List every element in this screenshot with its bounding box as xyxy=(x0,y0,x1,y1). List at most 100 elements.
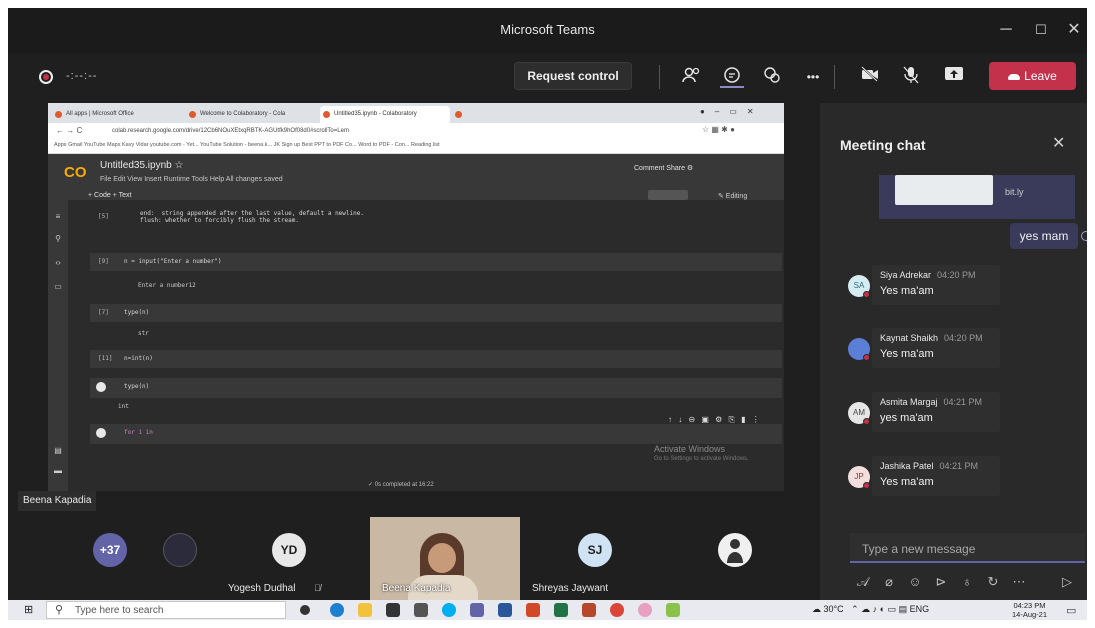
chat-icon[interactable] xyxy=(720,66,744,88)
cell-output: str xyxy=(138,330,149,337)
gif-icon[interactable]: ⊳ xyxy=(932,573,950,591)
code-snippets-icon[interactable]: ‹› xyxy=(53,258,63,268)
cortana-icon[interactable] xyxy=(300,605,310,615)
terminal-icon[interactable]: ▤ xyxy=(53,446,63,456)
chat-title: Meeting chat xyxy=(840,137,926,153)
send-icon[interactable]: ▷ xyxy=(1058,573,1076,591)
message-bubble: Kaynat Shaikh 04:20 PM Yes ma'am xyxy=(872,328,1000,368)
browser-tab[interactable]: Welcome to Colaboratory - Cola xyxy=(186,106,316,123)
skype-icon[interactable] xyxy=(442,603,456,617)
teams-window: Microsoft Teams ─ ☐ ✕ -:--:-- Request co… xyxy=(8,8,1087,620)
code-cell-active[interactable]: for i in xyxy=(90,424,782,444)
image-thumbnail[interactable] xyxy=(895,175,993,205)
cell-source: type(n) xyxy=(124,383,150,390)
loop-icon[interactable]: ↻ xyxy=(984,573,1002,591)
presenter-video-tile[interactable]: Beena Kapadia xyxy=(370,517,520,600)
command-icon[interactable]: ▬ xyxy=(53,466,63,476)
store-icon[interactable] xyxy=(386,603,400,617)
leave-button[interactable]: Leave xyxy=(989,62,1076,90)
minimize-button[interactable]: ─ xyxy=(993,18,1019,42)
chrome-icon[interactable] xyxy=(610,603,624,617)
colab-sidebar: ≡ ⚲ ‹› ▭ ▤ ▬ xyxy=(48,200,68,491)
participant-strip: +37 YD Yogesh Dudhal 🎙̸ Beena Kapadia SJ… xyxy=(8,513,820,600)
participant-tile[interactable] xyxy=(696,513,776,600)
cell-source[interactable]: for i in xyxy=(124,429,153,436)
mail-icon[interactable] xyxy=(414,603,428,617)
code-cell[interactable]: type(n) xyxy=(90,378,782,398)
message-input[interactable] xyxy=(862,541,1072,557)
share-screen-icon[interactable] xyxy=(942,66,966,88)
participant-tile[interactable]: YD Yogesh Dudhal 🎙̸ xyxy=(224,513,354,600)
notebook-menu[interactable]: File Edit View Insert Runtime Tools Help… xyxy=(100,176,283,183)
participants-icon[interactable] xyxy=(680,66,704,88)
code-cell[interactable]: [11] n=int(n) xyxy=(90,350,782,368)
meeting-chat-panel: Meeting chat ✕ bit.ly yes mam SA Siya Ad… xyxy=(820,103,1087,620)
overflow-count[interactable]: +37 xyxy=(93,533,127,567)
toolbar-divider xyxy=(834,65,835,89)
clock-date: 14-Aug-21 xyxy=(1012,610,1048,619)
url-field[interactable]: colab.research.google.com/drive/12Cb6NOu… xyxy=(112,126,682,137)
taskbar-search[interactable]: ⚲ Type here to search xyxy=(46,601,286,619)
access-icon[interactable] xyxy=(582,603,596,617)
bookmarks-list[interactable]: Apps Gmail YouTube Maps Kavy Vidar youtu… xyxy=(54,142,440,148)
browser-extension-icons[interactable]: ☆ ▦ ✱ ● xyxy=(702,125,735,134)
editing-toggle[interactable]: ✎ Editing xyxy=(718,192,747,200)
participant-tile[interactable] xyxy=(158,513,218,600)
camera-off-icon[interactable] xyxy=(858,66,882,88)
notebook-name[interactable]: Untitled35.ipynb ☆ xyxy=(100,160,183,171)
add-cell-bar[interactable]: + Code + Text xyxy=(88,192,131,199)
link-preview-label: bit.ly xyxy=(1005,187,1024,197)
message-bubble: Asmita Margaj 04:21 PM yes ma'am xyxy=(872,392,1000,432)
message-time: 04:21 PM xyxy=(943,397,983,407)
close-button[interactable]: ✕ xyxy=(1061,18,1087,42)
taskbar-clock[interactable]: 04:23 PM 14-Aug-21 xyxy=(1012,601,1047,619)
edge-icon[interactable] xyxy=(330,603,344,617)
participant-tile[interactable]: SJ Shreyas Jaywant xyxy=(528,513,658,600)
teams-icon[interactable] xyxy=(470,603,484,617)
code-cell[interactable]: [9] n = input("Enter a number") xyxy=(90,253,782,271)
image-message[interactable]: bit.ly xyxy=(879,175,1075,219)
bookmarks-bar: Apps Gmail YouTube Maps Kavy Vidar youtu… xyxy=(48,140,784,154)
request-control-button[interactable]: Request control xyxy=(514,62,632,90)
windows-start-icon[interactable]: ⊞ xyxy=(24,604,36,616)
search-icon[interactable]: ⚲ xyxy=(53,234,63,244)
notebook-actions[interactable]: Comment Share ⚙ xyxy=(634,164,693,172)
excel-icon[interactable] xyxy=(554,603,568,617)
browser-window-controls[interactable]: ●–▭✕ xyxy=(700,107,764,116)
browser-nav-icons[interactable]: ← → C xyxy=(56,126,82,135)
powerpoint-icon[interactable] xyxy=(526,603,540,617)
file-explorer-icon[interactable] xyxy=(358,603,372,617)
files-icon[interactable]: ▭ xyxy=(53,282,63,292)
notification-icon[interactable]: ▭ xyxy=(1066,604,1076,617)
mic-off-icon[interactable] xyxy=(899,66,923,88)
attach-icon[interactable]: ⌀ xyxy=(880,573,898,591)
browser-tab-active[interactable]: Untitled35.ipynb - Colaboratory xyxy=(320,106,450,123)
reactions-icon[interactable] xyxy=(760,66,784,88)
more-icon[interactable]: ⋯ xyxy=(1010,573,1028,591)
run-cell-button[interactable] xyxy=(96,428,106,438)
code-cell[interactable]: [5] end: string appended after the last … xyxy=(90,208,782,230)
compose-box xyxy=(850,533,1085,563)
sender-line: Asmita Margaj 04:21 PM xyxy=(880,397,982,407)
run-cell-button[interactable] xyxy=(96,382,106,392)
message-time: 04:20 PM xyxy=(937,270,976,280)
more-options-icon[interactable]: ••• xyxy=(801,66,825,88)
sticker-icon[interactable]: ♁ xyxy=(958,573,976,591)
app-icon[interactable] xyxy=(666,603,680,617)
format-icon[interactable]: 𝒜 xyxy=(854,573,872,591)
word-icon[interactable] xyxy=(498,603,512,617)
cell-source: type(n) xyxy=(124,309,150,316)
new-tab-button[interactable]: + xyxy=(452,106,468,123)
emoji-icon[interactable]: ☺ xyxy=(906,573,924,591)
close-chat-icon[interactable]: ✕ xyxy=(1052,133,1065,153)
search-placeholder: Type here to search xyxy=(75,605,164,616)
browser-tab[interactable]: All apps | Microsoft Office xyxy=(52,106,182,123)
cell-output: Enter a number12 xyxy=(138,282,196,289)
toc-icon[interactable]: ≡ xyxy=(53,212,63,222)
maximize-button[interactable]: ☐ xyxy=(1028,18,1054,42)
code-cell[interactable]: [7] type(n) xyxy=(90,304,782,322)
paint-icon[interactable] xyxy=(638,603,652,617)
ram-disk-indicator[interactable] xyxy=(648,190,688,200)
system-tray[interactable]: ☁ 30°C ⌃ ☁ ♪ ◐ ▭ ▤ ENG xyxy=(812,604,929,615)
message-time: 04:21 PM xyxy=(939,461,979,471)
